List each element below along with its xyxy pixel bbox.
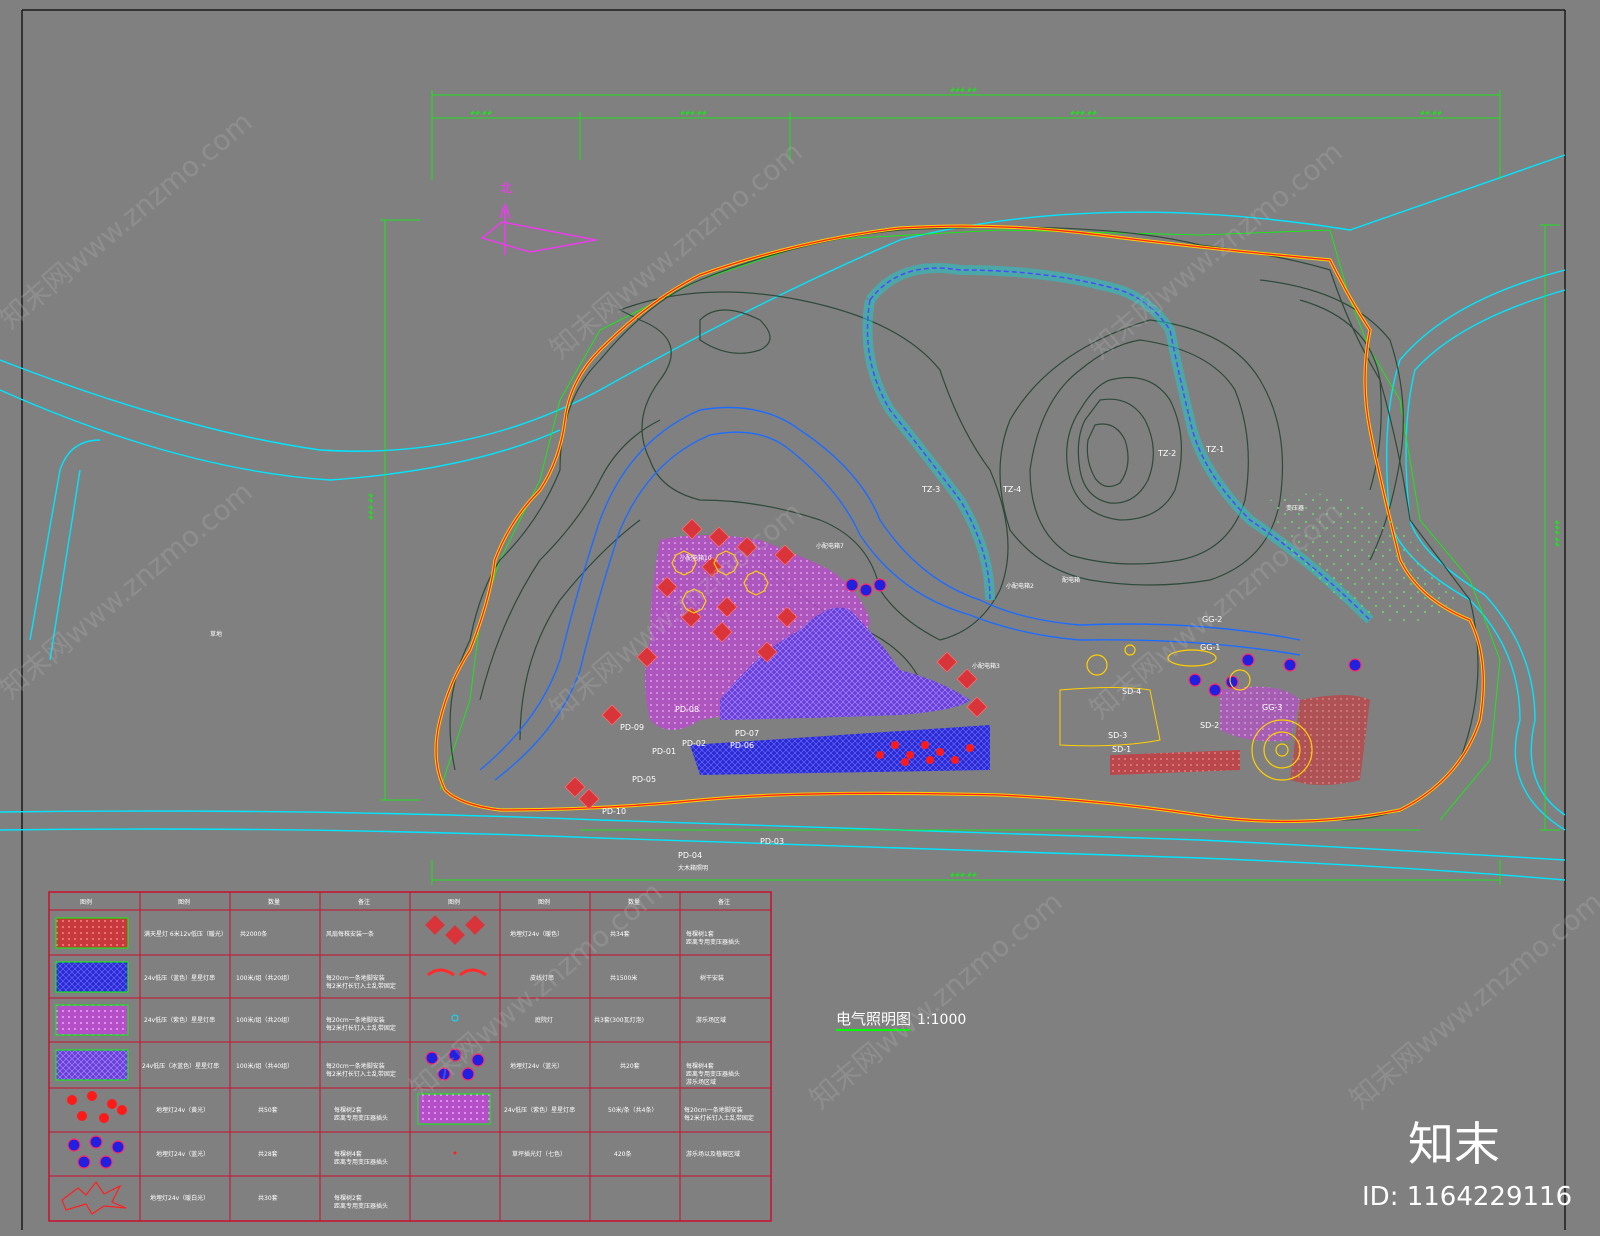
north-arrow: 北 <box>480 181 597 255</box>
svg-text:###.##: ###.## <box>950 87 977 94</box>
label-box3: 小配电箱3 <box>972 662 1000 670</box>
row7-name: 地埋灯24v（暖白光） <box>150 1194 209 1202</box>
label-pd08: PD-08 <box>675 705 699 714</box>
row4-note: 每20cm一条地脚安装每2米打长钉入土乱带固定 <box>326 1062 396 1078</box>
label-pd04-note: 大木箱照明 <box>678 864 708 872</box>
legend-row-2: 24v低压（蓝色）星星灯串 100米/组（共20组） 每20cm一条地脚安装每2… <box>144 974 724 990</box>
legend-row-3: 24v低压（紫色）星星灯串 100米/组（共20组） 每20cm一条地脚安装每2… <box>144 1016 726 1032</box>
label-tz1: TZ-1 <box>1205 445 1224 454</box>
row2-r-note: 树干安装 <box>700 974 724 982</box>
label-tz2: TZ-2 <box>1157 449 1176 458</box>
header-5: 图例 <box>448 898 460 906</box>
row2-note: 每20cm一条地脚安装每2米打长钉入土乱带固定 <box>326 974 396 990</box>
label-pd02: PD-02 <box>682 739 706 748</box>
label-gg1: GG-1 <box>1200 643 1220 652</box>
header-3: 数量 <box>268 898 280 906</box>
label-pd09: PD-09 <box>620 723 644 732</box>
drawing-canvas: ###.## ##.## ###.## ###.## ##.## ###.## … <box>0 9 1600 1230</box>
label-box10: 小配电箱10 <box>680 554 712 562</box>
legend-row-7: 地埋灯24v（暖白光） 共30套 每棵树2套距离专用变压器插头 <box>150 1194 388 1210</box>
row4-r-qty: 共20套 <box>620 1062 640 1070</box>
header-4: 备注 <box>358 898 370 906</box>
watermark-text-8: 知末网www.znzmo.com <box>803 885 1068 1115</box>
row3-r-name: 庭院灯 <box>535 1016 553 1024</box>
row4-r-note: 每棵树4套距离专用变压器插头游乐场区域 <box>686 1062 740 1086</box>
svg-text:##.##: ##.## <box>1420 110 1442 117</box>
svg-text:###.##: ###.## <box>950 872 977 879</box>
label-pd01: PD-01 <box>652 747 676 756</box>
label-distribution: 配电箱 <box>1062 576 1080 584</box>
row6-r-note: 游乐场以及植被区域 <box>686 1150 740 1158</box>
label-box7: 小配电箱7 <box>816 542 844 550</box>
row1-qty: 共2000条 <box>240 930 267 938</box>
row5-r-note: 每20cm一条地脚安装每2米打长钉入土乱带固定 <box>684 1106 754 1122</box>
row4-name: 24v低压（冰蓝色）星星灯串 <box>142 1062 219 1070</box>
header-8: 备注 <box>718 898 730 906</box>
label-pd06: PD-06 <box>730 741 754 750</box>
label-pd10: PD-10 <box>602 807 626 816</box>
label-pd04: PD-04 <box>678 851 702 860</box>
label-pd03: PD-03 <box>760 837 784 846</box>
watermark-text-9: 知末网www.znzmo.com <box>1343 885 1600 1115</box>
row5-name: 地埋灯24v（黄光） <box>156 1106 209 1114</box>
svg-text:##.##: ##.## <box>470 110 492 117</box>
row1-note: 风扇每株安装一条 <box>326 930 374 938</box>
label-gg3: GG-3 <box>1262 703 1282 712</box>
legend-table: 图例 图例 数量 备注 图例 图例 数量 备注 满天星灯 6米12v低压（暖光）… <box>48 891 772 1222</box>
label-grass: 草地 <box>210 630 222 638</box>
row6-r-qty: 420条 <box>614 1150 631 1158</box>
svg-text:###.##: ###.## <box>1553 520 1560 547</box>
row3-note: 每20cm一条地脚安装每2米打长钉入土乱带固定 <box>326 1016 396 1032</box>
row5-qty: 共50套 <box>258 1106 278 1114</box>
row3-qty: 100米/组（共20组） <box>236 1016 293 1024</box>
label-tz4: TZ-4 <box>1002 485 1021 494</box>
brand-logo: 知末 <box>1408 1117 1500 1171</box>
row4-qty: 100米/组（共40组） <box>236 1062 293 1070</box>
row6-name: 地埋灯24v（蓝光） <box>156 1150 209 1158</box>
legend-row-1: 满天星灯 6米12v低压（暖光） 共2000条 风扇每株安装一条 地埋灯24v（… <box>144 930 740 946</box>
header-6: 图例 <box>538 898 550 906</box>
north-label: 北 <box>500 181 512 195</box>
row6-r-name: 草坪插光灯（七色） <box>512 1150 566 1158</box>
watermark-text-3: 知末网www.znzmo.com <box>1083 135 1348 365</box>
label-transformer: 变压器 <box>1286 504 1304 512</box>
label-pd07: PD-07 <box>735 729 759 738</box>
row3-name: 24v低压（紫色）星星灯串 <box>144 1016 215 1024</box>
row4-r-name: 地埋灯24v（蓝光） <box>510 1062 563 1070</box>
label-sd2: SD-2 <box>1200 721 1219 730</box>
label-pd05: PD-05 <box>632 775 656 784</box>
row6-note: 每棵树4套距离专用变压器插头 <box>334 1150 388 1166</box>
row5-r-name: 24v低压（紫色）星星灯串 <box>504 1106 575 1114</box>
water-courses <box>479 406 1301 781</box>
svg-text:###.##: ###.## <box>1070 110 1097 117</box>
label-sd3: SD-3 <box>1108 731 1127 740</box>
row7-qty: 共30套 <box>258 1194 278 1202</box>
row1-r-name: 地埋灯24v（暖色） <box>510 930 563 938</box>
row1-r-note: 每棵树1套距离专用变压器插头 <box>686 930 740 946</box>
row2-r-qty: 共1500米 <box>610 974 637 982</box>
row3-r-qty: 共3套(300瓦灯泡) <box>594 1016 644 1024</box>
header-2: 图例 <box>178 898 190 906</box>
label-tz3: TZ-3 <box>921 485 940 494</box>
row2-qty: 100米/组（共20组） <box>236 974 293 982</box>
row3-r-note: 游乐场区域 <box>696 1016 726 1024</box>
image-id: ID: 1164229116 <box>1362 1182 1572 1212</box>
brand-badge: 知末 ID: 1164229116 <box>1362 1117 1572 1212</box>
row7-note: 每棵树2套距离专用变压器插头 <box>334 1194 388 1210</box>
row1-name: 满天星灯 6米12v低压（暖光） <box>144 930 227 938</box>
label-sd1: SD-1 <box>1112 745 1131 754</box>
row6-qty: 共28套 <box>258 1150 278 1158</box>
watermark-text-1: 知末网www.znzmo.com <box>0 105 259 335</box>
row2-name: 24v低压（蓝色）星星灯串 <box>144 974 215 982</box>
row5-r-qty: 50米/条（共4条） <box>608 1106 657 1114</box>
svg-text:###.##: ###.## <box>368 493 375 520</box>
label-box2: 小配电箱2 <box>1006 582 1034 590</box>
header-1: 图例 <box>80 898 92 906</box>
row5-note: 每棵树2套距离专用变压器插头 <box>334 1106 388 1122</box>
legend-row-6: 地埋灯24v（蓝光） 共28套 每棵树4套距离专用变压器插头 草坪插光灯（七色）… <box>156 1150 740 1166</box>
svg-text:###.##: ###.## <box>680 110 707 117</box>
